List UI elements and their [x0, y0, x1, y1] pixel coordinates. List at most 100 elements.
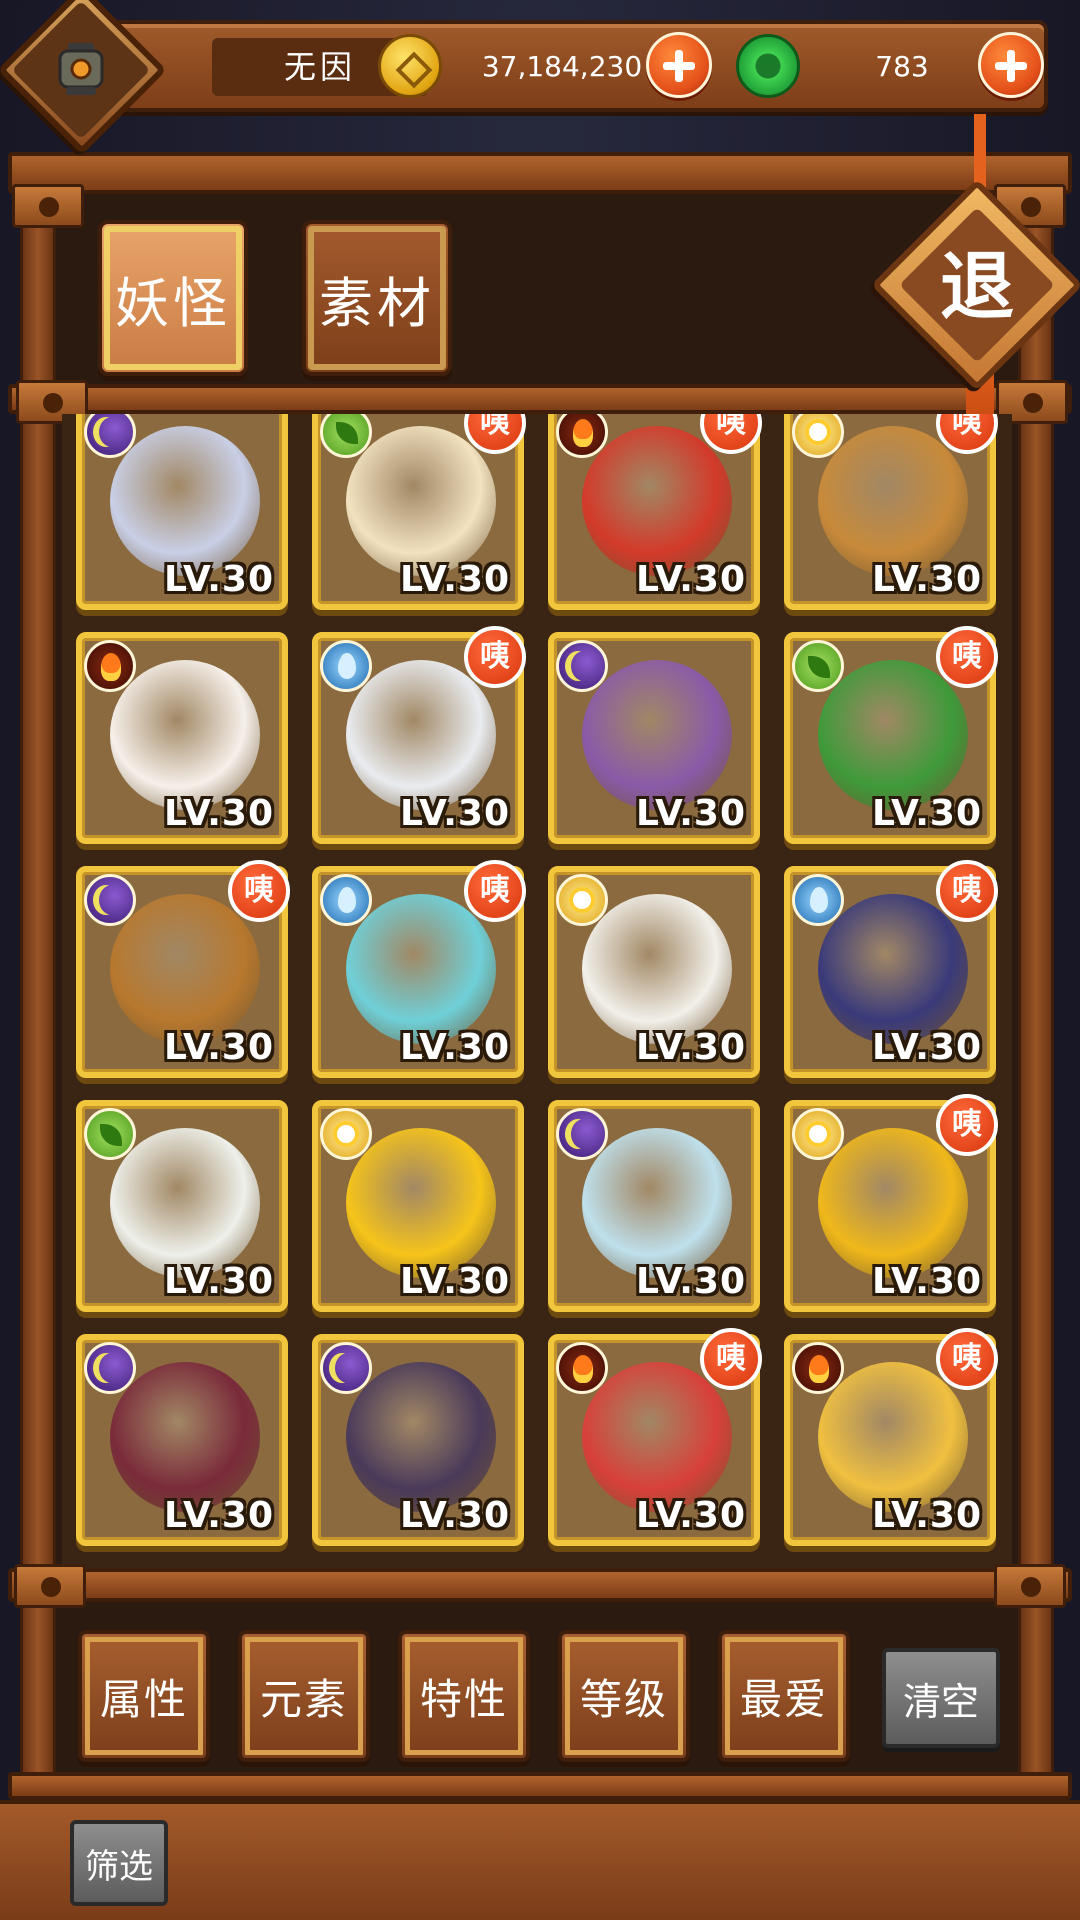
- monster-card[interactable]: LV.30 咦: [548, 1328, 762, 1546]
- monster-card[interactable]: LV.30: [76, 632, 288, 844]
- monster-portrait: [346, 426, 496, 576]
- sun-element-icon: [320, 1108, 372, 1160]
- monster-card[interactable]: LV.30 咦: [312, 626, 526, 844]
- filter-level-button[interactable]: 等级: [558, 1630, 690, 1762]
- monster-card[interactable]: LV.30 咦: [784, 626, 998, 844]
- monster-card[interactable]: LV.30: [76, 1100, 288, 1312]
- monster-card[interactable]: LV.30 咦: [784, 860, 998, 1078]
- monster-level: LV.30: [636, 1495, 746, 1536]
- water-element-icon: [792, 874, 844, 926]
- fire-element-icon: [84, 640, 136, 692]
- shelf-middle-beam: [8, 384, 1072, 414]
- monster-level: LV.30: [636, 1027, 746, 1068]
- monster-level: LV.30: [400, 793, 510, 834]
- beam-bracket: [994, 1564, 1066, 1608]
- monster-card[interactable]: LV.30 咦: [548, 414, 762, 610]
- gold-coin-icon: [378, 34, 442, 98]
- jade-icon: [736, 34, 800, 98]
- monster-card[interactable]: LV.30: [76, 1334, 288, 1546]
- moon-element-icon: [84, 1342, 136, 1394]
- monster-level: LV.30: [636, 559, 746, 600]
- monster-card[interactable]: LV.30: [312, 1100, 524, 1312]
- add-jade-button[interactable]: [978, 32, 1044, 98]
- monster-level: LV.30: [872, 559, 982, 600]
- monster-level: LV.30: [872, 1261, 982, 1302]
- shelf-top-beam: [8, 152, 1072, 194]
- monster-portrait: [110, 660, 260, 810]
- monster-portrait: [818, 660, 968, 810]
- sun-element-icon: [556, 874, 608, 926]
- monster-portrait: [110, 426, 260, 576]
- moon-element-icon: [556, 640, 608, 692]
- monster-level: LV.30: [400, 559, 510, 600]
- new-badge: 咦: [464, 860, 526, 922]
- water-element-icon: [320, 874, 372, 926]
- new-badge: 咦: [464, 626, 526, 688]
- monster-level: LV.30: [872, 1027, 982, 1068]
- monster-grid: LV.30 LV.30 咦 LV.30 咦 LV.30 咦 LV.30 LV.30 咦 LV.30 L…: [62, 414, 1012, 1570]
- add-gold-button[interactable]: [646, 32, 712, 98]
- monster-portrait: [346, 894, 496, 1044]
- filter-attribute-button[interactable]: 属性: [78, 1630, 210, 1762]
- monster-card[interactable]: LV.30: [548, 866, 760, 1078]
- monster-card[interactable]: LV.30 咦: [784, 1328, 998, 1546]
- shelf-bottom-beam: [8, 1772, 1072, 1800]
- fire-element-icon: [792, 1342, 844, 1394]
- monster-portrait: [818, 426, 968, 576]
- monster-card[interactable]: LV.30: [548, 632, 760, 844]
- monster-level: LV.30: [872, 1495, 982, 1536]
- monster-portrait: [582, 1128, 732, 1278]
- monster-portrait: [110, 894, 260, 1044]
- gold-amount: 37,184,230: [481, 50, 643, 83]
- monster-card[interactable]: LV.30: [312, 1334, 524, 1546]
- new-badge: 咦: [936, 1094, 998, 1156]
- monster-level: LV.30: [164, 1027, 274, 1068]
- shelf-lower-beam: [8, 1568, 1072, 1602]
- screen-filter-button[interactable]: 筛选: [70, 1820, 168, 1906]
- monster-portrait: [582, 1362, 732, 1512]
- monster-portrait: [346, 1128, 496, 1278]
- monster-level: LV.30: [164, 1261, 274, 1302]
- monster-card[interactable]: LV.30 咦: [312, 860, 526, 1078]
- monster-card[interactable]: LV.30 咦: [784, 1094, 998, 1312]
- sun-element-icon: [792, 1108, 844, 1160]
- monster-level: LV.30: [400, 1495, 510, 1536]
- monster-card[interactable]: LV.30: [76, 414, 288, 610]
- moon-element-icon: [556, 1108, 608, 1160]
- currency-bar: 无因 37,184,230 783: [78, 20, 1048, 112]
- monster-level: LV.30: [636, 1261, 746, 1302]
- monster-level: LV.30: [400, 1027, 510, 1068]
- fire-element-icon: [556, 1342, 608, 1394]
- monster-portrait: [582, 660, 732, 810]
- exit-label[interactable]: 退: [912, 232, 1042, 342]
- filter-favorite-button[interactable]: 最爱: [718, 1630, 850, 1762]
- beam-bracket: [14, 1564, 86, 1608]
- monster-portrait: [582, 426, 732, 576]
- monster-card[interactable]: LV.30 咦: [784, 414, 998, 610]
- clear-filters-button[interactable]: 清空: [882, 1648, 1000, 1748]
- monster-card[interactable]: LV.30 咦: [76, 860, 290, 1078]
- monster-portrait: [110, 1362, 260, 1512]
- monster-level: LV.30: [164, 1495, 274, 1536]
- monster-portrait: [818, 1128, 968, 1278]
- monster-portrait: [346, 1362, 496, 1512]
- monster-level: LV.30: [164, 559, 274, 600]
- tab-materials[interactable]: 素材: [302, 220, 452, 376]
- monster-portrait: [818, 1362, 968, 1512]
- monster-card[interactable]: LV.30 咦: [312, 414, 526, 610]
- filter-trait-button[interactable]: 特性: [398, 1630, 530, 1762]
- water-element-icon: [320, 640, 372, 692]
- monster-level: LV.30: [636, 793, 746, 834]
- lantern-avatar-icon: [58, 43, 104, 95]
- moon-element-icon: [320, 1342, 372, 1394]
- new-badge: 咦: [700, 1328, 762, 1390]
- filter-element-button[interactable]: 元素: [238, 1630, 370, 1762]
- tab-monsters[interactable]: 妖怪: [98, 220, 248, 376]
- monster-level: LV.30: [400, 1261, 510, 1302]
- new-badge: 咦: [936, 860, 998, 922]
- leaf-element-icon: [792, 640, 844, 692]
- monster-card[interactable]: LV.30: [548, 1100, 760, 1312]
- monster-portrait: [582, 894, 732, 1044]
- monster-level: LV.30: [164, 793, 274, 834]
- monster-portrait: [818, 894, 968, 1044]
